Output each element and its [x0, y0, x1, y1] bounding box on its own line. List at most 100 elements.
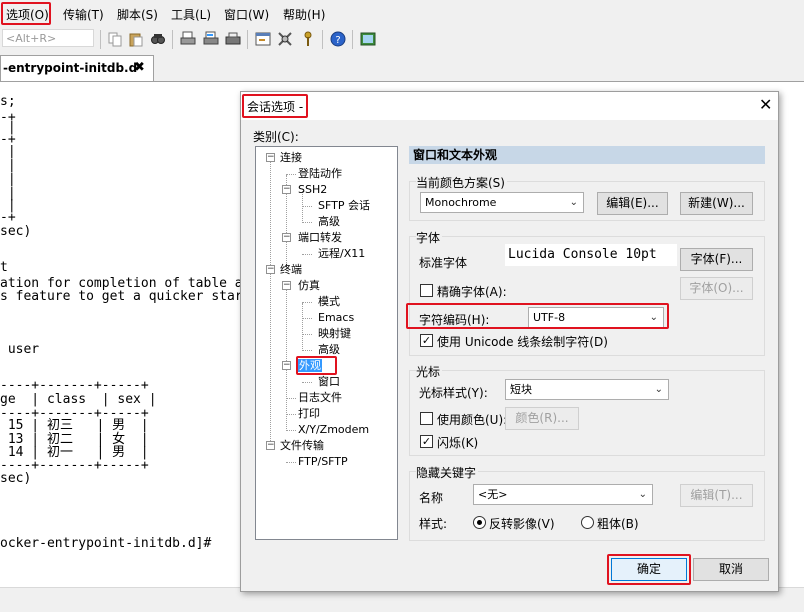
terminal-line: user — [0, 342, 40, 357]
edit-keyword-button[interactable]: 编辑(T)... — [680, 484, 753, 507]
tree-item-ssh2[interactable]: SSH2 — [298, 183, 327, 197]
global-options-icon[interactable] — [277, 31, 293, 47]
close-icon[interactable]: ✕ — [759, 95, 772, 114]
precise-font-button[interactable]: 字体(O)... — [680, 277, 753, 300]
use-color-checkbox[interactable] — [420, 412, 433, 425]
terminal-line: s; — [0, 94, 16, 109]
category-label: 类别(C): — [253, 130, 299, 144]
cancel-button[interactable]: 取消 — [693, 558, 769, 581]
use-color-label: 使用颜色(U): — [437, 413, 508, 427]
tree-item-modes[interactable]: 模式 — [318, 295, 340, 309]
tree-connector — [302, 254, 312, 255]
unicode-line-drawing-label: 使用 Unicode 线条绘制字符(D) — [437, 335, 608, 349]
appearance-highlight — [296, 356, 337, 375]
print-icon[interactable] — [180, 31, 196, 47]
tree-connector — [302, 206, 312, 207]
tree-connector — [302, 334, 312, 335]
copy-icon[interactable] — [107, 31, 123, 47]
cursor-style-select[interactable]: 短块 ⌄ — [505, 379, 669, 400]
tree-collapse-icon[interactable]: − — [282, 361, 291, 370]
keyword-name-label: 名称 — [419, 491, 444, 505]
session-tab-strip: -entrypoint-initdb.d ✖ — [0, 52, 804, 82]
tree-item-mapped-keys[interactable]: 映射键 — [318, 327, 351, 341]
help-icon[interactable]: ? — [330, 31, 346, 47]
tree-connector — [302, 302, 312, 303]
tree-item-remote-x11[interactable]: 远程/X11 — [318, 247, 365, 261]
print-selection-icon[interactable] — [203, 31, 219, 47]
tree-connector — [286, 174, 296, 175]
toolbar-separator — [322, 30, 323, 49]
keyword-name-select[interactable]: <无> ⌄ — [473, 484, 653, 505]
toolbar-separator — [100, 30, 101, 49]
tree-collapse-icon[interactable]: − — [266, 153, 275, 162]
menu-transfer[interactable]: 传输(T) — [63, 6, 104, 23]
edit-color-scheme-button[interactable]: 编辑(E)... — [597, 192, 668, 215]
tree-item-ftp-sftp[interactable]: FTP/SFTP — [298, 455, 348, 469]
session-tab[interactable]: -entrypoint-initdb.d ✖ — [0, 55, 154, 81]
toolbar-separator — [247, 30, 248, 49]
color-scheme-group-title: 当前颜色方案(S) — [416, 174, 507, 191]
cursor-color-button[interactable]: 颜色(R)... — [505, 407, 579, 430]
find-icon[interactable] — [150, 31, 166, 47]
tree-collapse-icon[interactable]: − — [282, 281, 291, 290]
tree-item-file-transfer[interactable]: 文件传输 — [280, 439, 324, 453]
tree-item-emulation[interactable]: 仿真 — [298, 279, 320, 293]
svg-text:?: ? — [335, 35, 340, 46]
color-scheme-select[interactable]: Monochrome ⌄ — [420, 192, 584, 213]
ok-button-highlight — [607, 554, 691, 585]
terminal-line: sec) — [0, 224, 32, 239]
cursor-style-value: 短块 — [510, 383, 532, 396]
precise-font-checkbox[interactable] — [420, 284, 433, 297]
terminal-line: sec) — [0, 471, 32, 486]
font-button[interactable]: 字体(F)... — [680, 248, 753, 271]
blink-checkbox[interactable]: ✓ — [420, 435, 433, 448]
tree-collapse-icon[interactable]: − — [282, 233, 291, 242]
tree-connector — [302, 222, 312, 223]
session-options-icon[interactable] — [255, 31, 271, 47]
bold-radio[interactable] — [581, 516, 594, 529]
chevron-down-icon: ⌄ — [654, 384, 663, 395]
tree-connector — [286, 430, 296, 431]
menu-help[interactable]: 帮助(H) — [283, 6, 325, 23]
tab-close-icon[interactable]: ✖ — [134, 60, 145, 75]
key-icon[interactable] — [300, 31, 316, 47]
screen-icon[interactable] — [360, 31, 376, 47]
tree-item-emacs[interactable]: Emacs — [318, 311, 354, 325]
menu-script[interactable]: 脚本(S) — [117, 6, 158, 23]
tree-item-printing[interactable]: 打印 — [298, 407, 320, 421]
tree-item-xyzmodem[interactable]: X/Y/Zmodem — [298, 423, 369, 437]
tree-item-advanced[interactable]: 高级 — [318, 343, 340, 357]
session-tab-label: -entrypoint-initdb.d — [3, 61, 138, 75]
tree-item-sftp-session[interactable]: SFTP 会话 — [318, 199, 370, 213]
dialog-title-highlight — [242, 94, 308, 118]
tree-item-log-file[interactable]: 日志文件 — [298, 391, 342, 405]
terminal-line: s feature to get a quicker star — [0, 289, 243, 304]
tree-item-logon-actions[interactable]: 登陆动作 — [298, 167, 342, 181]
tree-item-terminal[interactable]: 终端 — [280, 263, 302, 277]
tree-connector — [286, 414, 296, 415]
menu-window[interactable]: 窗口(W) — [224, 6, 269, 23]
printer-icon[interactable] — [225, 31, 241, 47]
unicode-line-drawing-checkbox[interactable]: ✓ — [420, 334, 433, 347]
terminal-line: t — [0, 260, 8, 275]
tree-item-window[interactable]: 窗口 — [318, 375, 340, 389]
reverse-video-radio[interactable] — [473, 516, 486, 529]
keyword-name-value: <无> — [478, 488, 508, 501]
options-menu-highlight — [1, 2, 51, 25]
tree-connector — [302, 382, 312, 383]
tree-collapse-icon[interactable]: − — [266, 441, 275, 450]
tree-item-connection[interactable]: 连接 — [280, 151, 302, 165]
hidden-keyword-group-title: 隐藏关键字 — [416, 464, 479, 481]
tree-collapse-icon[interactable]: − — [266, 265, 275, 274]
tree-item-port-forwarding[interactable]: 端口转发 — [298, 231, 342, 245]
hotkey-input[interactable]: <Alt+R> — [2, 29, 94, 47]
keyword-style-label: 样式: — [419, 517, 448, 531]
menu-tools[interactable]: 工具(L) — [171, 6, 211, 23]
tree-item-advanced[interactable]: 高级 — [318, 215, 340, 229]
paste-icon[interactable] — [128, 31, 144, 47]
tree-connector — [286, 398, 296, 399]
dialog-titlebar: 会话选项 - ✕ — [241, 92, 778, 120]
category-tree[interactable]: − 连接 登陆动作 − SSH2 SFTP 会话 高级 − 端口转发 远程/X1… — [255, 146, 398, 540]
new-color-scheme-button[interactable]: 新建(W)... — [680, 192, 753, 215]
tree-collapse-icon[interactable]: − — [282, 185, 291, 194]
